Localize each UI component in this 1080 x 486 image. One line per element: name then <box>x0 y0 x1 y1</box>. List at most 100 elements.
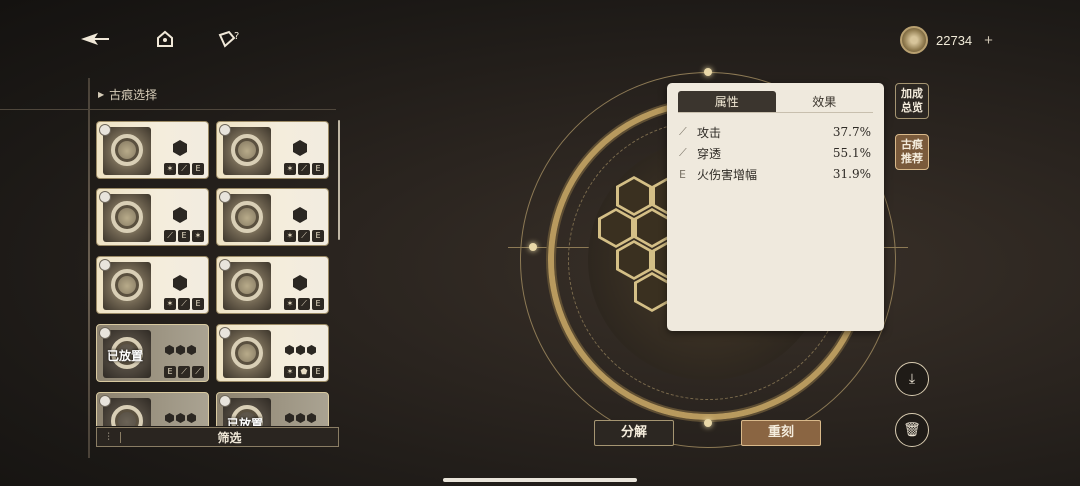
fire-badge-icon: E <box>312 366 324 378</box>
stat-value: 37.7% <box>832 125 871 139</box>
relic-card[interactable]: ✶ ⟋ E <box>216 188 329 246</box>
left-divider <box>88 78 90 458</box>
slot-shape-icon <box>165 345 196 355</box>
stat-row-fire-damage: E 火伤害增幅 31.9% <box>679 165 871 183</box>
dismantle-button[interactable]: 分解 <box>594 420 674 446</box>
relic-card-placed[interactable]: 已放置 <box>216 392 329 426</box>
home-icon[interactable] <box>150 26 180 52</box>
attack-icon: ⟋ <box>679 125 687 138</box>
owner-avatar <box>219 395 231 407</box>
relic-ring-icon <box>111 134 143 166</box>
hex-slot[interactable] <box>598 208 634 248</box>
owner-avatar <box>219 124 231 136</box>
slot-shape-icon <box>293 275 307 291</box>
relic-card[interactable]: ✶ ⟋ E <box>216 256 329 314</box>
hex-slot[interactable] <box>634 208 670 248</box>
stats-panel: 属性 效果 ⟋ 攻击 37.7% ⟋ 穿透 55.1% E 火伤害增幅 31.9… <box>667 83 884 331</box>
fire-badge-icon: E <box>164 366 176 378</box>
attack-badge-icon: ⟋ <box>298 298 310 310</box>
slot-shape-icon <box>293 207 307 223</box>
relic-ring-icon <box>111 269 143 301</box>
owner-avatar <box>99 395 111 407</box>
owner-avatar <box>219 191 231 203</box>
play-marker-icon: ▶ <box>98 90 105 99</box>
owner-avatar <box>99 191 111 203</box>
home-indicator[interactable] <box>443 478 637 482</box>
slot-shape-icon <box>173 140 187 156</box>
crit-badge-icon: ✶ <box>164 163 176 175</box>
filter-button[interactable]: 筛选 <box>121 429 338 446</box>
attack-badge-icon: ⟋ <box>178 298 190 310</box>
filter-icon[interactable]: ⫶ <box>97 431 121 443</box>
svg-text:?: ? <box>234 31 239 42</box>
crit-badge-icon: ✶ <box>284 298 296 310</box>
hex-slot[interactable] <box>616 240 652 280</box>
fire-badge-icon: E <box>312 230 324 242</box>
crit-badge-icon: ✶ <box>284 230 296 242</box>
attack-badge-icon: ⟋ <box>178 163 190 175</box>
tab-attributes[interactable]: 属性 <box>678 91 776 112</box>
relic-recommend-button[interactable]: 古痕推荐 <box>895 134 929 170</box>
placed-label: 已放置 <box>107 349 144 363</box>
stat-label: 火伤害增幅 <box>697 167 758 182</box>
bonus-overview-button[interactable]: 加成总览 <box>895 83 929 119</box>
trash-icon: 🗑 <box>903 422 921 438</box>
slot-shape-icon <box>285 345 316 355</box>
crit-badge-icon: ✶ <box>284 163 296 175</box>
currency-value: 22734 <box>936 32 973 48</box>
relic-card[interactable]: ✶ ⟋ E <box>96 256 209 314</box>
placed-label: 已放置 <box>227 417 264 426</box>
attack-badge-icon: ⟋ <box>192 366 204 378</box>
stat-label: 穿透 <box>697 146 722 161</box>
owner-avatar <box>99 327 111 339</box>
stat-value: 31.9% <box>832 167 871 181</box>
stat-value: 55.1% <box>832 146 871 160</box>
hex-slot[interactable] <box>634 272 670 312</box>
stat-label: 攻击 <box>697 125 722 140</box>
stats-tabs: 属性 效果 <box>678 91 873 113</box>
panel-title-text: 古痕选择 <box>109 88 158 102</box>
fire-badge-icon: E <box>192 163 204 175</box>
back-arrow-icon[interactable] <box>80 26 110 52</box>
coin-icon <box>900 26 928 54</box>
fire-badge-icon: E <box>312 298 324 310</box>
relic-card[interactable] <box>96 392 209 426</box>
panel-title-divider <box>0 109 336 110</box>
add-currency-button[interactable]: + <box>984 32 993 49</box>
stat-row-penetration: ⟋ 穿透 55.1% <box>679 144 871 162</box>
help-icon[interactable]: ? <box>214 26 244 52</box>
filter-bar[interactable]: ⫶ 筛选 <box>96 427 339 447</box>
attack-badge-icon: ⟋ <box>164 230 176 242</box>
slot-shape-icon <box>173 275 187 291</box>
delete-button[interactable]: 🗑 <box>895 413 929 447</box>
attack-badge-icon: ⟋ <box>298 163 310 175</box>
relic-card-placed[interactable]: 已放置 E ⟋ ⟋ <box>96 324 209 382</box>
relic-card[interactable]: ⟋ E ✶ <box>96 188 209 246</box>
fire-badge-icon: E <box>312 163 324 175</box>
reforge-button[interactable]: 重刻 <box>741 420 821 446</box>
slot-shape-icon <box>293 140 307 156</box>
relic-card[interactable]: ✶ ⬟ E <box>216 324 329 382</box>
currency-display: 22734 + <box>900 26 993 54</box>
dial-node-top <box>704 68 712 76</box>
stat-row-attack: ⟋ 攻击 37.7% <box>679 123 871 141</box>
fire-badge-icon: E <box>192 298 204 310</box>
relic-ring-icon <box>231 337 263 369</box>
grid-scrollbar[interactable] <box>338 120 340 240</box>
owner-avatar <box>219 259 231 271</box>
relic-card[interactable]: ✶ ⟋ E <box>96 121 209 179</box>
save-button[interactable]: ⤓ <box>895 362 929 396</box>
dial-node-left <box>529 243 537 251</box>
relic-card[interactable]: ✶ ⟋ E <box>216 121 329 179</box>
fire-badge-icon: E <box>178 230 190 242</box>
crit-badge-icon: ✶ <box>164 298 176 310</box>
crit-badge-icon: ✶ <box>192 230 204 242</box>
owner-avatar <box>219 327 231 339</box>
relic-grid: ✶ ⟋ E ✶ ⟋ E ⟋ E ✶ ✶ ⟋ E ✶ ⟋ E ✶ ⟋ E 已放置 … <box>94 120 334 426</box>
slot-shape-icon <box>165 413 196 423</box>
tab-effects[interactable]: 效果 <box>776 91 874 112</box>
relic-ring-icon <box>231 134 263 166</box>
hex-slot[interactable] <box>616 176 652 216</box>
slot-shape-icon <box>173 207 187 223</box>
owner-avatar <box>99 259 111 271</box>
